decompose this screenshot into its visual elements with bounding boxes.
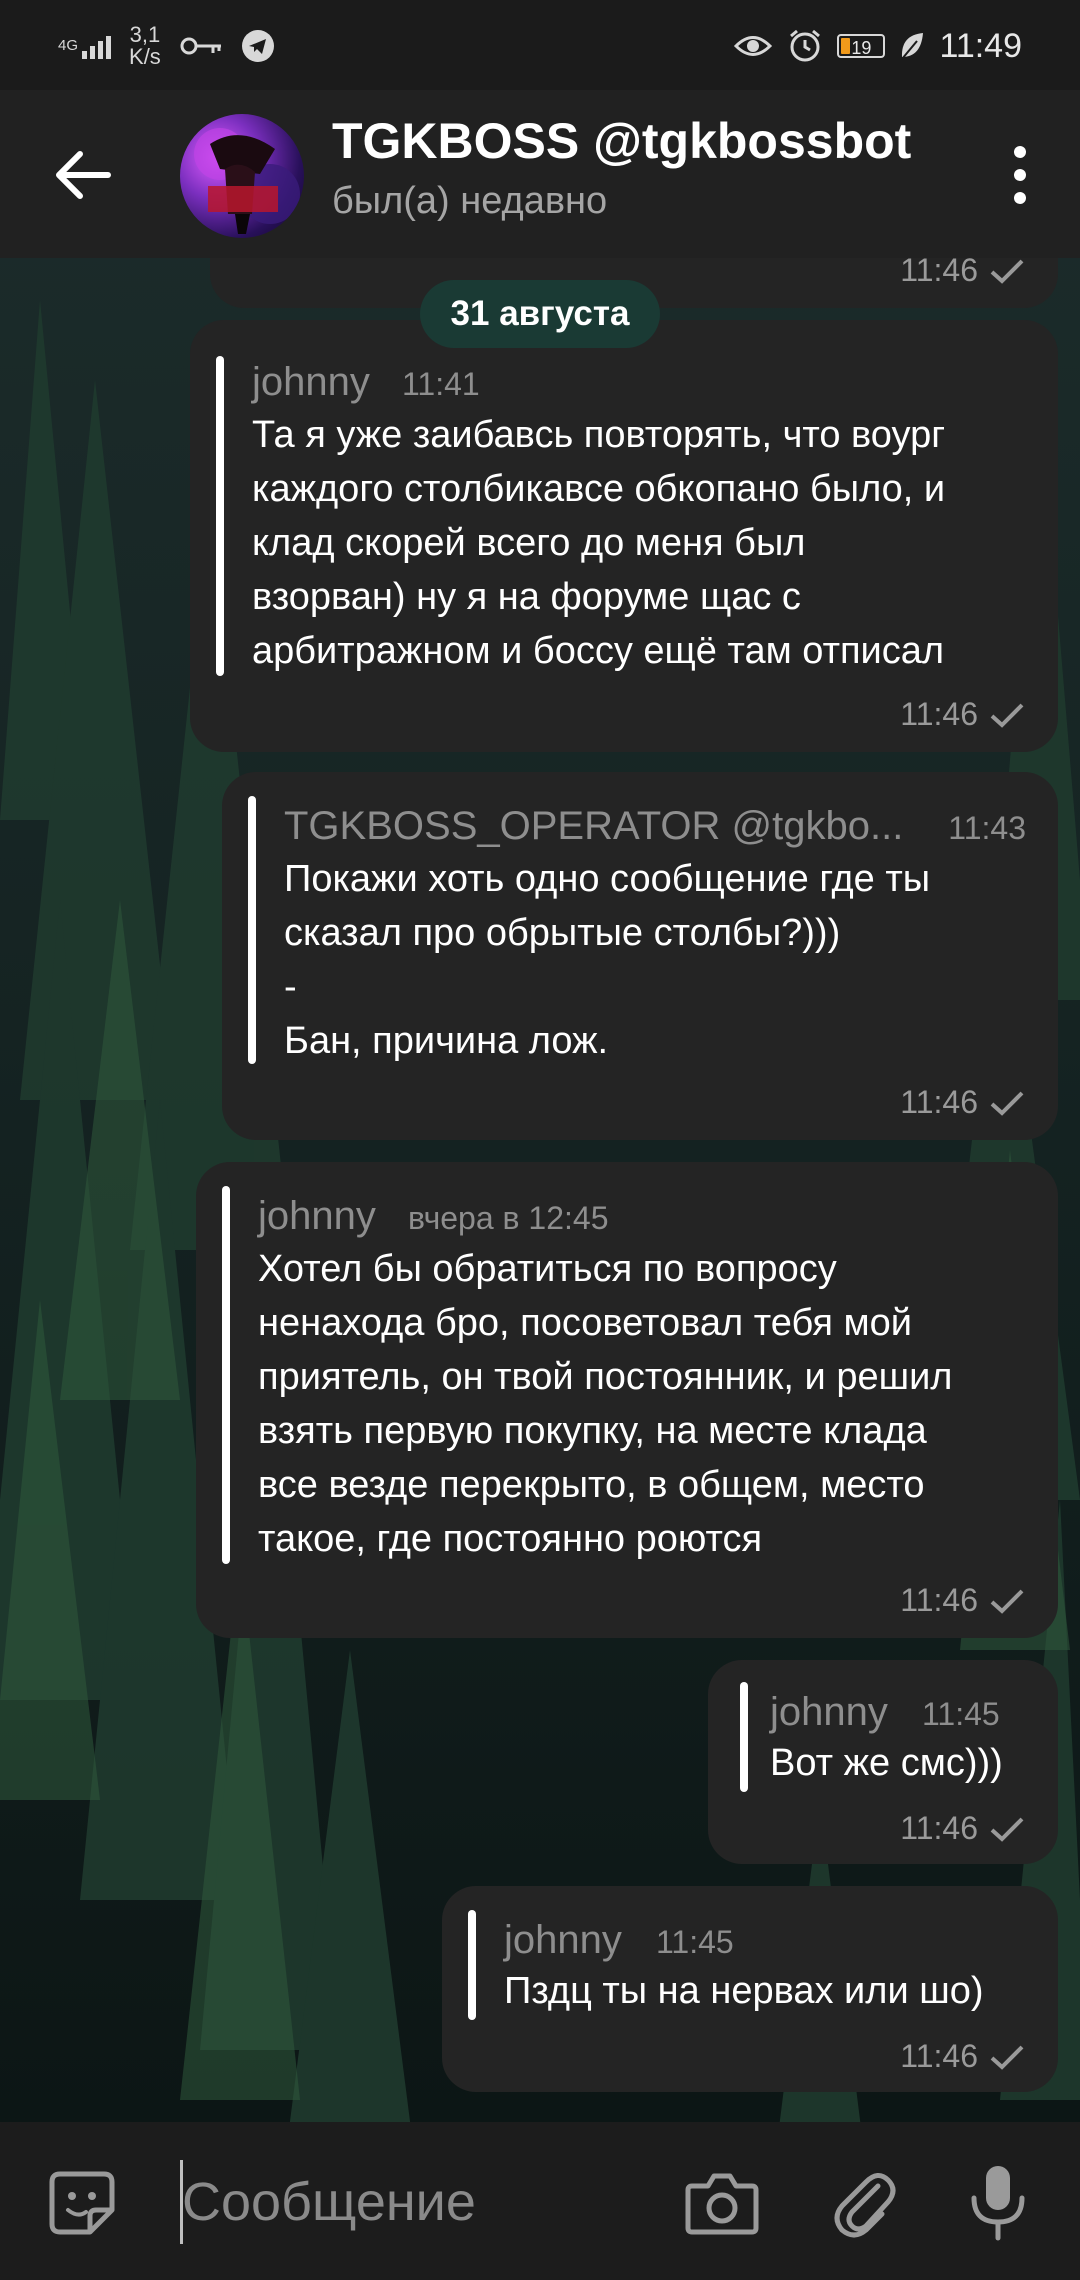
battery-icon: 19 — [837, 34, 886, 58]
message-time: 11:46 — [900, 1810, 978, 1846]
message-time: 11:46 — [900, 696, 978, 732]
telegram-icon — [241, 30, 274, 62]
signal-indicator: 4G — [58, 33, 112, 59]
status-left: 4G 3,1 K/s — [58, 22, 275, 70]
status-right: 19 11:49 — [733, 22, 1022, 70]
reply-time: 11:45 — [922, 1696, 1000, 1732]
reply-author: johnny — [504, 1918, 622, 1962]
reply-author: johnny — [252, 360, 370, 404]
message-meta: 11:46 — [900, 2038, 1026, 2075]
message-meta: 11:46 — [900, 696, 1026, 733]
vpn-key-icon — [180, 37, 221, 55]
chat-status: был(а) недавно — [332, 180, 608, 222]
camera-icon[interactable] — [684, 2166, 760, 2238]
battery-level: 19 — [851, 38, 872, 58]
sent-check-icon — [990, 2045, 1024, 2070]
network-speed: 3,1 K/s — [129, 24, 161, 68]
back-arrow-icon[interactable] — [48, 140, 118, 210]
sticker-emoji-icon[interactable] — [46, 2166, 118, 2238]
sent-check-icon — [990, 259, 1024, 284]
bot-avatar-image — [194, 128, 300, 234]
sent-check-icon — [990, 1091, 1024, 1116]
message-text: Хотел бы обратиться по вопросу ненахода … — [258, 1248, 953, 1560]
reply-quote-bar — [740, 1682, 748, 1792]
status-bar: 4G 3,1 K/s 19 11:49 — [0, 0, 1080, 90]
sent-check-icon — [990, 1817, 1024, 1842]
message-bubble[interactable]: TGKBOSS_OPERATOR @tgkbo... 11:43 Покажи … — [222, 772, 1058, 1140]
message-input[interactable] — [182, 2160, 662, 2244]
signal-bars-icon — [82, 33, 112, 59]
reply-quote-bar — [222, 1186, 230, 1564]
more-vert-icon[interactable] — [990, 130, 1050, 220]
message-bubble[interactable]: johnny 11:41 Та я уже заибавсь повторять… — [190, 320, 1058, 752]
clock: 11:49 — [939, 26, 1022, 65]
message-text: Покажи хоть одно сообщение где ты сказал… — [284, 858, 931, 1062]
speed-value: 3,1 — [129, 22, 161, 47]
alarm-icon — [790, 29, 821, 62]
sent-check-icon — [990, 703, 1024, 728]
reply-time: 11:45 — [656, 1924, 734, 1960]
message-time: 11:46 — [900, 1582, 978, 1618]
eye-icon — [734, 36, 773, 56]
message-text: Вот же смс))) — [770, 1742, 1003, 1784]
message-time: 11:46 — [900, 1084, 978, 1120]
reply-time: 11:41 — [402, 366, 480, 402]
leaf-icon — [901, 33, 924, 60]
message-input-bar — [0, 2122, 1080, 2280]
microphone-icon[interactable] — [966, 2162, 1030, 2242]
message-text: Та я уже заибавсь повторять, что воург к… — [252, 414, 946, 672]
reply-time: 11:43 — [948, 810, 1026, 846]
chat-title[interactable]: TGKBOSS @tgkbossbot — [332, 112, 911, 170]
chat-header: TGKBOSS @tgkbossbot был(а) недавно — [0, 90, 1080, 258]
reply-quote-bar — [468, 1910, 476, 2020]
reply-author: johnny — [770, 1690, 888, 1734]
reply-quote-bar — [248, 796, 256, 1064]
reply-quote-bar — [216, 356, 224, 676]
message-time: 11:46 — [900, 2038, 978, 2074]
message-bubble[interactable]: johnny 11:45 Пздц ты на нервах или шо) 1… — [442, 1886, 1058, 2092]
reply-author: johnny — [258, 1194, 376, 1238]
message-bubble[interactable]: johnny вчера в 12:45 Хотел бы обратиться… — [196, 1162, 1058, 1638]
speed-unit: K/s — [129, 44, 161, 69]
reply-time: вчера в 12:45 — [408, 1200, 609, 1236]
message-meta: 11:46 — [900, 1084, 1026, 1121]
message-meta: 11:46 — [900, 1810, 1026, 1847]
message-meta: 11:46 — [900, 1582, 1026, 1619]
message-bubble[interactable]: johnny 11:45 Вот же смс))) 11:46 — [708, 1660, 1058, 1864]
network-type: 4G — [58, 37, 79, 54]
message-text: Пздц ты на нервах или шо) — [504, 1970, 984, 2012]
reply-author: TGKBOSS_OPERATOR @tgkbo... — [284, 804, 904, 848]
avatar[interactable] — [180, 114, 304, 238]
date-separator: 31 августа — [420, 280, 660, 348]
attach-icon[interactable] — [832, 2164, 896, 2240]
sent-check-icon — [990, 1589, 1024, 1614]
